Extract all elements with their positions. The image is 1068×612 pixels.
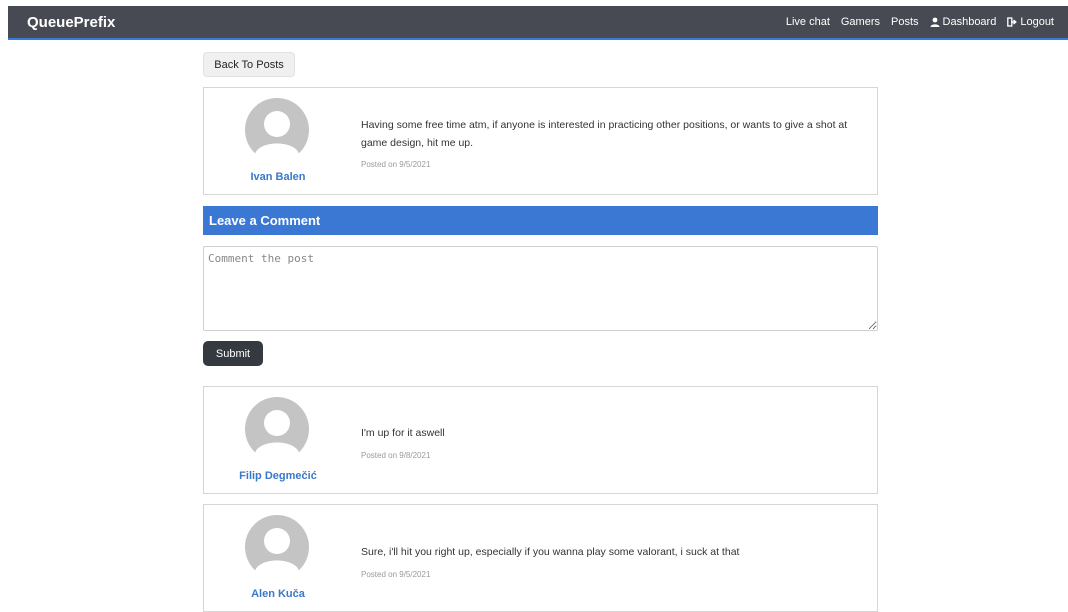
brand-logo[interactable]: QueuePrefix [27,14,115,31]
top-navbar: QueuePrefix Live chat Gamers Posts Dashb… [8,6,1068,40]
post-author-link[interactable]: Ivan Balen [204,171,352,183]
post-card: Ivan Balen Having some free time atm, if… [203,87,878,195]
nav-links: Live chat Gamers Posts Dashboard Logout [775,16,1054,28]
post-date: Posted on 9/5/2021 [361,160,431,169]
comment-author-link[interactable]: Filip Degmečić [204,470,352,482]
avatar-icon [245,515,309,579]
avatar-icon [245,98,309,162]
nav-posts[interactable]: Posts [891,16,919,28]
logout-icon [1007,17,1018,27]
comment-author-col: Alen Kuča [204,505,352,611]
comment-author-col: Filip Degmečić [204,387,352,493]
comment-text: I'm up for it aswell [361,427,445,439]
comment-date: Posted on 9/5/2021 [361,570,431,579]
comment-author-link[interactable]: Alen Kuča [204,588,352,600]
comment-input[interactable] [203,246,878,331]
post-text: Having some free time atm, if anyone is … [361,119,848,149]
nav-logout[interactable]: Logout [1007,16,1054,28]
leave-comment-header: Leave a Comment [203,206,878,235]
comment-card: Filip Degmečić I'm up for it aswell Post… [203,386,878,494]
nav-gamers[interactable]: Gamers [841,16,880,28]
nav-dashboard-label: Dashboard [942,16,997,28]
avatar-icon [245,397,309,461]
nav-logout-label: Logout [1020,16,1054,28]
user-icon [930,17,940,27]
comment-text: Sure, i'll hit you right up, especially … [361,546,740,558]
nav-dashboard[interactable]: Dashboard [930,16,997,28]
back-to-posts-button[interactable]: Back To Posts [203,52,295,77]
comment-date: Posted on 9/8/2021 [361,451,431,460]
post-author-col: Ivan Balen [204,88,352,194]
nav-live-chat[interactable]: Live chat [786,16,830,28]
comment-card: Alen Kuča Sure, i'll hit you right up, e… [203,504,878,612]
submit-button[interactable]: Submit [203,341,263,366]
